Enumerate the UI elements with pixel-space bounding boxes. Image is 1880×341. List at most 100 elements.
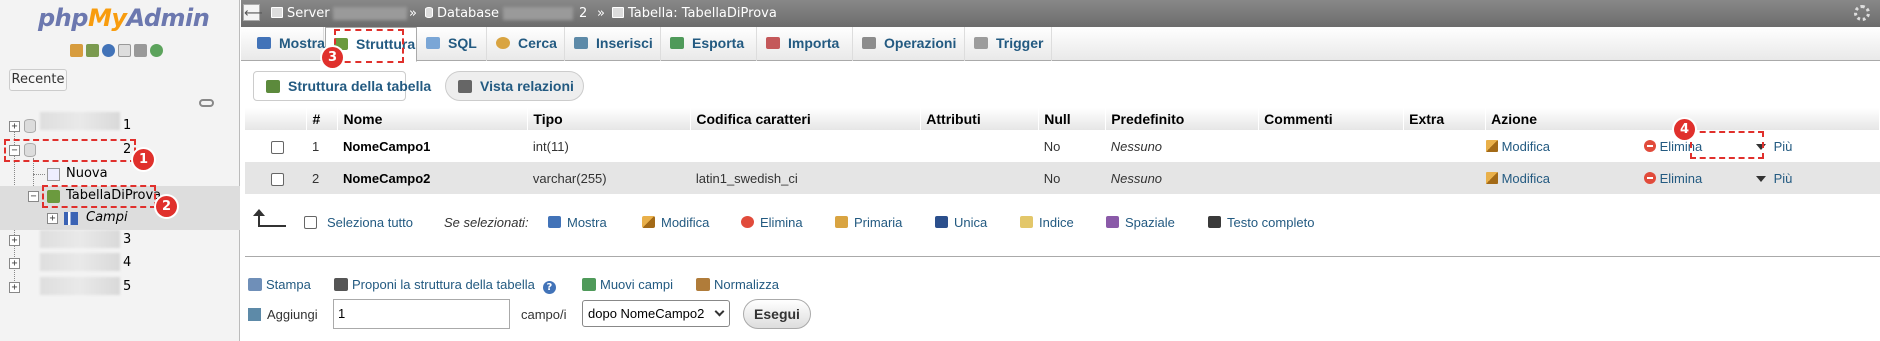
breadcrumb-table[interactable]: Tabella: TabellaDiProva bbox=[612, 6, 777, 21]
field-name: NomeCampo1 bbox=[337, 130, 528, 162]
field-attributes bbox=[920, 130, 1039, 162]
header-num[interactable]: # bbox=[306, 108, 339, 130]
row-num: 2 bbox=[306, 162, 338, 194]
drop-link[interactable]: Elimina bbox=[1643, 171, 1702, 186]
header-predefinito[interactable]: Predefinito bbox=[1105, 108, 1260, 130]
tree-db-3[interactable]: + 3 bbox=[0, 230, 240, 252]
column-count-input[interactable]: 1 bbox=[333, 299, 510, 329]
delete-icon bbox=[741, 216, 754, 228]
recent-button[interactable]: Recente bbox=[9, 69, 67, 91]
help-icon[interactable] bbox=[102, 44, 115, 57]
move-columns-link[interactable]: Muovi campi bbox=[582, 277, 673, 292]
reload-icon[interactable] bbox=[150, 44, 163, 57]
header-nome[interactable]: Nome bbox=[337, 108, 529, 130]
header-tipo[interactable]: Tipo bbox=[527, 108, 692, 130]
db-name[interactable]: 5 bbox=[123, 279, 131, 294]
tab-mostra[interactable]: Mostra bbox=[249, 27, 325, 61]
header-commenti[interactable]: Commenti bbox=[1258, 108, 1405, 130]
expand-icon[interactable]: + bbox=[9, 121, 20, 132]
print-link[interactable]: Stampa bbox=[248, 277, 311, 292]
tree-db-5[interactable]: + 5 bbox=[0, 277, 240, 299]
gear-icon[interactable] bbox=[1854, 5, 1870, 21]
select-all[interactable]: Seleziona tutto bbox=[304, 215, 413, 230]
field-type: int(11) bbox=[527, 130, 691, 162]
field-collation: latin1_swedish_ci bbox=[690, 162, 921, 194]
select-all-checkbox[interactable] bbox=[304, 216, 317, 229]
expand-icon[interactable]: + bbox=[9, 258, 20, 269]
annotation-box-3 bbox=[334, 29, 404, 63]
field-collation bbox=[690, 130, 921, 162]
table-structure-button[interactable]: Struttura della tabella bbox=[253, 71, 431, 101]
tree-db-4[interactable]: + 4 bbox=[0, 253, 240, 275]
settings-icon[interactable] bbox=[134, 44, 147, 57]
field-comments bbox=[1258, 130, 1404, 162]
print-icon bbox=[248, 278, 262, 291]
link-icon[interactable] bbox=[199, 99, 214, 107]
pencil-icon bbox=[1485, 140, 1498, 152]
docs-icon[interactable] bbox=[118, 44, 131, 57]
tab-inserisci[interactable]: Inserisci bbox=[566, 27, 661, 61]
breadcrumb-server[interactable]: Server bbox=[271, 6, 330, 21]
bulk-browse-button[interactable]: Mostra bbox=[548, 215, 607, 230]
database-icon bbox=[24, 119, 36, 133]
row-checkbox[interactable] bbox=[271, 172, 284, 186]
bulk-spatial-button[interactable]: Spaziale bbox=[1106, 215, 1175, 230]
columns-label[interactable]: Campi bbox=[86, 210, 128, 225]
bulk-fulltext-button[interactable]: Testo completo bbox=[1208, 215, 1314, 230]
table-row[interactable]: 2 NomeCampo2 varchar(255) latin1_swedish… bbox=[245, 162, 1880, 194]
bulk-modify-button[interactable]: Modifica bbox=[642, 215, 709, 230]
exit-icon[interactable] bbox=[86, 44, 99, 57]
field-comments bbox=[1258, 162, 1404, 194]
breadcrumb-bar: ⟵ Server » Database 2 » Tabella: Tabella… bbox=[241, 0, 1880, 27]
expand-icon[interactable]: + bbox=[9, 235, 20, 246]
header-attributi[interactable]: Attributi bbox=[920, 108, 1040, 130]
header-extra[interactable]: Extra bbox=[1403, 108, 1487, 130]
expand-icon[interactable]: + bbox=[47, 213, 58, 224]
bulk-drop-button[interactable]: Elimina bbox=[741, 215, 803, 230]
annotation-badge-4: 4 bbox=[1674, 119, 1695, 140]
new-table-label[interactable]: Nuova bbox=[66, 166, 108, 181]
field-name: NomeCampo2 bbox=[337, 162, 528, 194]
columns-icon bbox=[64, 212, 78, 225]
tab-cerca[interactable]: Cerca bbox=[488, 27, 565, 61]
server-icon bbox=[271, 7, 283, 18]
relation-view-button[interactable]: Vista relazioni bbox=[445, 71, 584, 101]
tab-importa[interactable]: Importa bbox=[758, 27, 853, 61]
propose-structure-link[interactable]: Proponi la struttura della tabella? bbox=[334, 277, 556, 294]
position-select[interactable]: dopo NomeCampo2 bbox=[582, 300, 730, 327]
tab-esporta[interactable]: Esporta bbox=[662, 27, 757, 61]
help-icon[interactable]: ? bbox=[542, 281, 556, 294]
home-icon[interactable] bbox=[70, 44, 83, 57]
more-dropdown[interactable]: Più bbox=[1755, 171, 1792, 186]
breadcrumb-database-suffix[interactable]: 2 bbox=[579, 6, 587, 21]
bulk-index-button[interactable]: Indice bbox=[1020, 215, 1074, 230]
db-name[interactable]: 4 bbox=[123, 255, 131, 270]
normalize-link[interactable]: Normalizza bbox=[696, 277, 779, 292]
go-button[interactable]: Esegui bbox=[743, 299, 811, 329]
header-codifica[interactable]: Codifica caratteri bbox=[690, 108, 922, 130]
row-checkbox[interactable] bbox=[271, 140, 284, 154]
table-row[interactable]: 1 NomeCampo1 int(11) No Nessuno Modifica… bbox=[245, 130, 1880, 162]
tree-db-1[interactable]: + 1 bbox=[0, 112, 240, 138]
tree-new-table[interactable]: Nuova bbox=[0, 164, 240, 186]
tab-trigger[interactable]: Trigger bbox=[966, 27, 1052, 61]
delete-icon bbox=[1643, 140, 1656, 152]
bulk-primary-button[interactable]: Primaria bbox=[835, 215, 902, 230]
tab-sql[interactable]: SQL bbox=[418, 27, 487, 61]
db-name[interactable]: 1 bbox=[123, 118, 131, 133]
collapse-nav-icon[interactable]: ⟵ bbox=[243, 4, 263, 21]
phpmyadmin-logo[interactable]: phpMyAdmin bbox=[38, 4, 210, 32]
index-icon bbox=[1020, 216, 1033, 228]
modify-link[interactable]: Modifica bbox=[1485, 171, 1550, 186]
header-null[interactable]: Null bbox=[1038, 108, 1107, 130]
tree-columns[interactable]: + Campi bbox=[0, 208, 240, 230]
modify-link[interactable]: Modifica bbox=[1485, 139, 1550, 154]
collapse-icon[interactable]: − bbox=[28, 191, 39, 202]
breadcrumb-database[interactable]: Database bbox=[425, 6, 499, 21]
db-name[interactable]: 3 bbox=[123, 232, 131, 247]
field-extra bbox=[1403, 162, 1486, 194]
tab-operazioni[interactable]: Operazioni bbox=[854, 27, 965, 61]
bulk-unique-button[interactable]: Unica bbox=[935, 215, 987, 230]
expand-icon[interactable]: + bbox=[9, 282, 20, 293]
with-selected-label: Se selezionati: bbox=[444, 215, 529, 230]
